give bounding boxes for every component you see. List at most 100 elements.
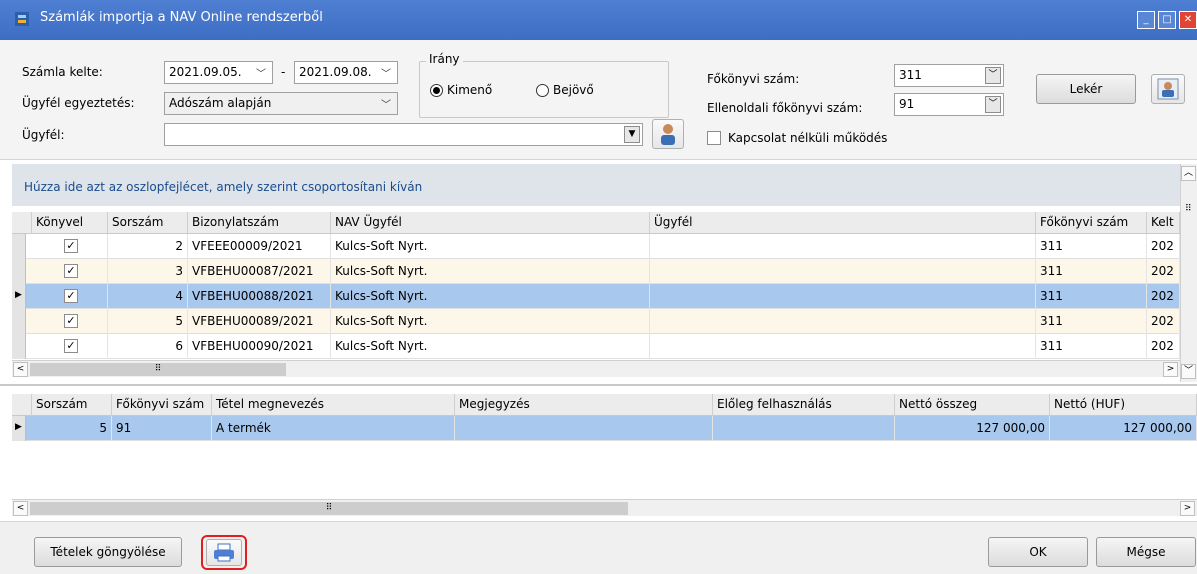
print-button[interactable] (206, 539, 242, 566)
cell-nav-customer: Kulcs-Soft Nyrt. (331, 309, 650, 334)
direction-out-radio[interactable] (430, 84, 443, 97)
rollup-items-button[interactable]: Tételek göngyölése (34, 537, 182, 567)
col-header-item-ledger[interactable]: Főkönyvi szám (112, 394, 212, 416)
col-header-doc[interactable]: Bizonylatszám (188, 212, 331, 234)
scroll-thumb[interactable]: ⠿ (30, 502, 628, 515)
col-header-seq[interactable]: Sorszám (108, 212, 188, 234)
direction-in-label[interactable]: Bejövő (553, 83, 594, 97)
invoice-grid-hscrollbar[interactable]: < ⠿ > (12, 360, 1180, 377)
dropdown-arrow-icon[interactable]: ▼ (624, 126, 640, 143)
item-cell-note (455, 416, 713, 441)
scroll-thumb[interactable]: ⠿ (30, 363, 286, 376)
cell-ledger: 311 (1036, 259, 1147, 284)
maximize-button[interactable]: □ (1158, 11, 1176, 29)
col-header-book[interactable]: Könyvel (32, 212, 108, 234)
col-header-item-net-huf[interactable]: Nettó (HUF) (1050, 394, 1197, 416)
date-to-value: 2021.09.08. (299, 65, 372, 79)
col-header-date[interactable]: Kelt (1147, 212, 1180, 234)
cell-nav-customer: Kulcs-Soft Nyrt. (331, 259, 650, 284)
cancel-button[interactable]: Mégse (1096, 537, 1196, 567)
scroll-up-icon[interactable]: ︿ (1181, 166, 1196, 181)
date-from-value: 2021.09.05. (169, 65, 242, 79)
scroll-right-icon[interactable]: > (1180, 501, 1195, 516)
cell-seq: 6 (108, 334, 188, 359)
col-header-ledger[interactable]: Főkönyvi szám (1036, 212, 1147, 234)
invoice-grid-vscrollbar[interactable]: ︿ ﹀ ⠿ (1180, 164, 1197, 382)
chevron-down-icon: ﹀ (381, 69, 391, 80)
offline-label[interactable]: Kapcsolat nélküli működés (728, 131, 887, 145)
item-cell-advance (713, 416, 895, 441)
cell-date: 202 (1147, 259, 1180, 284)
direction-out-label[interactable]: Kimenő (447, 83, 492, 97)
book-cell: ✓ (32, 234, 108, 259)
book-checkbox[interactable]: ✓ (64, 314, 78, 328)
direction-in-radio[interactable] (536, 84, 549, 97)
date-to-picker[interactable]: 2021.09.08. ﹀ (294, 61, 398, 84)
person-icon (661, 124, 675, 145)
col-header-item-note[interactable]: Megjegyzés (455, 394, 713, 416)
scroll-right-icon[interactable]: > (1163, 362, 1178, 377)
col-header-item-seq[interactable]: Sorszám (32, 394, 112, 416)
cell-ledger: 311 (1036, 334, 1147, 359)
table-row[interactable]: ✓ 6 VFBEHU00090/2021 Kulcs-Soft Nyrt. 311 202 (12, 334, 1180, 359)
fetch-button[interactable]: Lekér (1036, 74, 1136, 104)
chevron-down-icon: ﹀ (381, 100, 391, 111)
scroll-left-icon[interactable]: < (13, 362, 28, 377)
row-indicator[interactable]: ▶ (12, 284, 26, 309)
book-cell: ✓ (32, 284, 108, 309)
invoice-grid-header: Könyvel Sorszám Bizonylatszám NAV Ügyfél… (12, 212, 1180, 234)
table-row[interactable]: ▶ 5 91 A termék 127 000,00 127 000,00 (12, 416, 1197, 441)
row-indicator[interactable] (12, 234, 26, 259)
ledger-select[interactable]: 311 ﹀ (894, 64, 1004, 87)
ok-button[interactable]: OK (988, 537, 1088, 567)
table-row[interactable]: ✓ 2 VFEEE00009/2021 Kulcs-Soft Nyrt. 311 202 (12, 234, 1180, 259)
row-indicator[interactable] (12, 259, 26, 284)
cell-nav-customer: Kulcs-Soft Nyrt. (331, 334, 650, 359)
counter-ledger-label: Ellenoldali főkönyvi szám: (707, 101, 863, 115)
cell-doc: VFBEHU00087/2021 (188, 259, 331, 284)
col-header-item-name[interactable]: Tétel megnevezés (212, 394, 455, 416)
item-cell-net: 127 000,00 (895, 416, 1050, 441)
item-grid-hscrollbar[interactable]: < ⠿ > (12, 499, 1197, 516)
row-indicator[interactable]: ▶ (12, 416, 26, 441)
cell-doc: VFBEHU00089/2021 (188, 309, 331, 334)
counter-ledger-select[interactable]: 91 ﹀ (894, 93, 1004, 116)
col-header-customer[interactable]: Ügyfél (650, 212, 1036, 234)
col-header-nav-customer[interactable]: NAV Ügyfél (331, 212, 650, 234)
item-cell-ledger: 91 (112, 416, 212, 441)
import-settings-button[interactable] (1151, 74, 1185, 104)
row-indicator[interactable] (12, 309, 26, 334)
cell-customer (650, 234, 1036, 259)
cell-customer (650, 309, 1036, 334)
scroll-left-icon[interactable]: < (13, 501, 28, 516)
date-separator: - (281, 65, 286, 79)
date-from-picker[interactable]: 2021.09.05. ﹀ (164, 61, 273, 84)
cell-nav-customer: Kulcs-Soft Nyrt. (331, 284, 650, 309)
table-row[interactable]: ✓ 3 VFBEHU00087/2021 Kulcs-Soft Nyrt. 311 202 (12, 259, 1180, 284)
book-checkbox[interactable]: ✓ (64, 264, 78, 278)
table-row[interactable]: ▶ ✓ 4 VFBEHU00088/2021 Kulcs-Soft Nyrt. 311 20… (12, 284, 1180, 309)
matching-select[interactable]: Adószám alapján ﹀ (164, 92, 398, 115)
scroll-down-icon[interactable]: ﹀ (1181, 364, 1196, 379)
table-row[interactable]: ✓ 5 VFBEHU00089/2021 Kulcs-Soft Nyrt. 311 202 (12, 309, 1180, 334)
minimize-button[interactable]: _ (1137, 11, 1155, 29)
customer-lookup-button[interactable] (652, 119, 684, 149)
row-indicator-header (12, 212, 32, 234)
chevron-down-icon[interactable]: ﹀ (985, 96, 1001, 113)
cell-date: 202 (1147, 334, 1180, 359)
book-checkbox[interactable]: ✓ (64, 339, 78, 353)
col-header-item-net[interactable]: Nettó összeg (895, 394, 1050, 416)
chevron-down-icon[interactable]: ﹀ (985, 67, 1001, 84)
close-button[interactable]: ✕ (1179, 11, 1197, 29)
col-header-item-advance[interactable]: Előleg felhasználás (713, 394, 895, 416)
checkmark-icon: ✓ (66, 239, 76, 252)
book-checkbox[interactable]: ✓ (64, 239, 78, 253)
row-indicator[interactable] (12, 334, 26, 359)
date-label: Számla kelte: (22, 65, 103, 79)
offline-checkbox[interactable] (707, 131, 721, 145)
customer-select[interactable]: ▼ (164, 123, 643, 146)
checkmark-icon: ✓ (66, 339, 76, 352)
group-by-hint[interactable]: Húzza ide azt az oszlopfejlécet, amely s… (12, 164, 1180, 206)
book-checkbox[interactable]: ✓ (64, 289, 78, 303)
cell-date: 202 (1147, 284, 1180, 309)
